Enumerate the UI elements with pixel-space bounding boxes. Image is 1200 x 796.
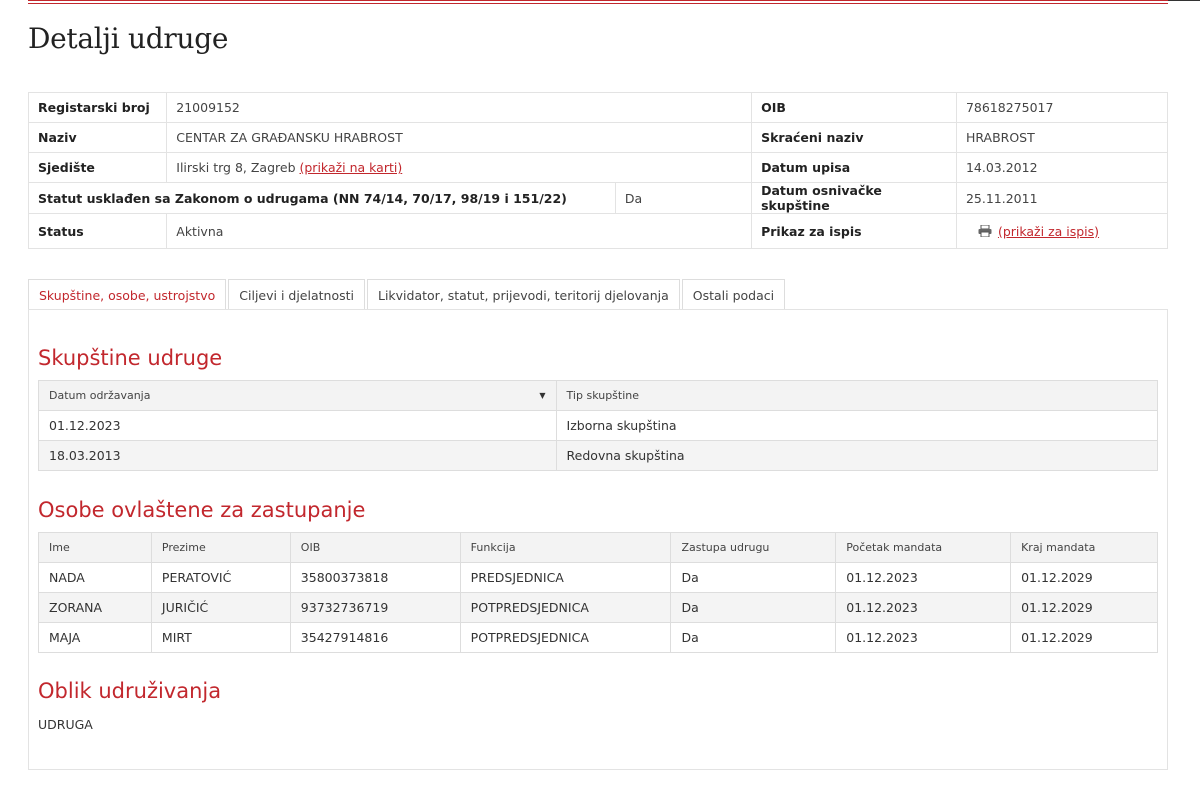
osobe-table: Ime Prezime OIB Funkcija Zastupa udrugu … <box>38 532 1158 653</box>
print-view-link[interactable]: (prikaži za ispis) <box>998 224 1099 239</box>
column-header-zastupa[interactable]: Zastupa udrugu <box>670 532 837 563</box>
cell-tip: Redovna skupština <box>555 440 1159 471</box>
status-label: Status <box>27 213 168 249</box>
cell-kraj: 01.12.2029 <box>1010 622 1158 653</box>
top-rule-extension <box>1168 0 1200 1</box>
cell-tip: Izborna skupština <box>555 410 1159 441</box>
sjediste-value: Ilirski trg 8, Zagreb <box>176 160 296 175</box>
tab-ciljevi-djelatnosti[interactable]: Ciljevi i djelatnosti <box>228 279 365 310</box>
cell-oib: 35800373818 <box>289 562 461 593</box>
sjediste-cell: Ilirski trg 8, Zagreb (prikaži na karti) <box>166 152 753 183</box>
details-table: Registarski broj 21009152 OIB 7861827501… <box>27 92 1169 249</box>
details-row: Naziv CENTAR ZA GRAĐANSKU HRABROST Skrać… <box>27 122 1169 153</box>
cell-funkcija: POTPREDSJEDNICA <box>459 592 672 623</box>
datum-osnivacke-label: Datum osnivačke skupštine <box>751 182 957 214</box>
statut-label: Statut usklađen sa Zakonom o udrugama (N… <box>28 182 616 214</box>
cell-ime: ZORANA <box>38 592 152 623</box>
top-rule <box>28 0 1168 4</box>
details-row: Registarski broj 21009152 OIB 7861827501… <box>27 92 1169 123</box>
cell-datum: 01.12.2023 <box>38 410 557 441</box>
skraceni-naziv-value: HRABROST <box>955 122 1169 153</box>
osobe-title: Osobe ovlaštene za zastupanje <box>38 498 366 522</box>
table-row: 01.12.2023 Izborna skupština <box>38 410 1159 441</box>
table-row: ZORANA JURIČIĆ 93732736719 POTPREDSJEDNI… <box>38 592 1158 623</box>
table-row: 18.03.2013 Redovna skupština <box>38 440 1159 471</box>
column-header-oib[interactable]: OIB <box>289 532 461 563</box>
printer-icon[interactable] <box>978 224 992 237</box>
cell-oib: 93732736719 <box>289 592 461 623</box>
cell-funkcija: POTPREDSJEDNICA <box>459 622 672 653</box>
cell-ime: MAJA <box>38 622 152 653</box>
cell-zastupa: Da <box>670 562 837 593</box>
oblik-title: Oblik udruživanja <box>38 679 222 703</box>
sort-desc-icon[interactable]: ▼ <box>539 391 545 400</box>
show-on-map-link[interactable]: (prikaži na karti) <box>300 160 403 175</box>
tab-skupstine-osobe-ustrojstvo[interactable]: Skupštine, osobe, ustrojstvo <box>28 279 227 310</box>
column-header-datum-label: Datum održavanja <box>49 389 151 402</box>
cell-kraj: 01.12.2029 <box>1010 592 1158 623</box>
cell-prezime: MIRT <box>150 622 291 653</box>
skupstine-title: Skupštine udruge <box>38 346 223 370</box>
skraceni-naziv-label: Skraćeni naziv <box>751 122 957 153</box>
oib-label: OIB <box>751 92 957 123</box>
cell-zastupa: Da <box>670 622 837 653</box>
column-header-funkcija[interactable]: Funkcija <box>459 532 672 563</box>
column-header-ime[interactable]: Ime <box>38 532 152 563</box>
table-row: MAJA MIRT 35427914816 POTPREDSJEDNICA Da… <box>38 622 1158 653</box>
details-row: Sjedište Ilirski trg 8, Zagreb (prikaži … <box>27 152 1169 183</box>
datum-upisa-value: 14.03.2012 <box>955 152 1169 183</box>
sjediste-label: Sjedište <box>27 152 168 183</box>
cell-zastupa: Da <box>670 592 837 623</box>
cell-pocetak: 01.12.2023 <box>835 592 1012 623</box>
table-header-row: Ime Prezime OIB Funkcija Zastupa udrugu … <box>38 532 1158 563</box>
registarski-broj-label: Registarski broj <box>27 92 168 123</box>
cell-pocetak: 01.12.2023 <box>835 622 1012 653</box>
registarski-broj-value: 21009152 <box>166 92 753 123</box>
cell-funkcija: PREDSJEDNICA <box>459 562 672 593</box>
cell-datum: 18.03.2013 <box>38 440 557 471</box>
cell-prezime: PERATOVIĆ <box>150 562 291 593</box>
prikaz-label: Prikaz za ispis <box>751 213 957 249</box>
naziv-label: Naziv <box>27 122 168 153</box>
details-row: Status Aktivna Prikaz za ispis (prikaži … <box>27 213 1169 249</box>
cell-pocetak: 01.12.2023 <box>835 562 1012 593</box>
oib-value: 78618275017 <box>955 92 1169 123</box>
datum-osnivacke-value: 25.11.2011 <box>955 182 1169 214</box>
table-header-row: Datum održavanja ▼ Tip skupštine <box>38 380 1159 411</box>
page-title: Detalji udruge <box>28 22 229 55</box>
cell-prezime: JURIČIĆ <box>150 592 291 623</box>
column-header-kraj[interactable]: Kraj mandata <box>1010 532 1158 563</box>
tab-likvidator-statut[interactable]: Likvidator, statut, prijevodi, teritorij… <box>366 279 680 310</box>
datum-upisa-label: Datum upisa <box>751 152 957 183</box>
tab-bar: Skupštine, osobe, ustrojstvo Ciljevi i d… <box>28 279 787 310</box>
status-value: Aktivna <box>166 213 753 249</box>
prikaz-cell: (prikaži za ispis) <box>955 213 1169 249</box>
skupstine-table: Datum održavanja ▼ Tip skupštine 01.12.2… <box>38 380 1159 471</box>
column-header-tip[interactable]: Tip skupštine <box>555 380 1159 411</box>
statut-value: Da <box>614 182 753 214</box>
cell-ime: NADA <box>38 562 152 593</box>
column-header-prezime[interactable]: Prezime <box>150 532 291 563</box>
cell-oib: 35427914816 <box>289 622 461 653</box>
table-row: NADA PERATOVIĆ 35800373818 PREDSJEDNICA … <box>38 562 1158 593</box>
cell-kraj: 01.12.2029 <box>1010 562 1158 593</box>
naziv-value: CENTAR ZA GRAĐANSKU HRABROST <box>166 122 753 153</box>
column-header-pocetak[interactable]: Početak mandata <box>835 532 1012 563</box>
column-header-datum[interactable]: Datum održavanja ▼ <box>38 380 557 411</box>
oblik-value: UDRUGA <box>38 717 93 732</box>
details-row: Statut usklađen sa Zakonom o udrugama (N… <box>28 182 1169 214</box>
tab-ostali-podaci[interactable]: Ostali podaci <box>681 279 786 310</box>
